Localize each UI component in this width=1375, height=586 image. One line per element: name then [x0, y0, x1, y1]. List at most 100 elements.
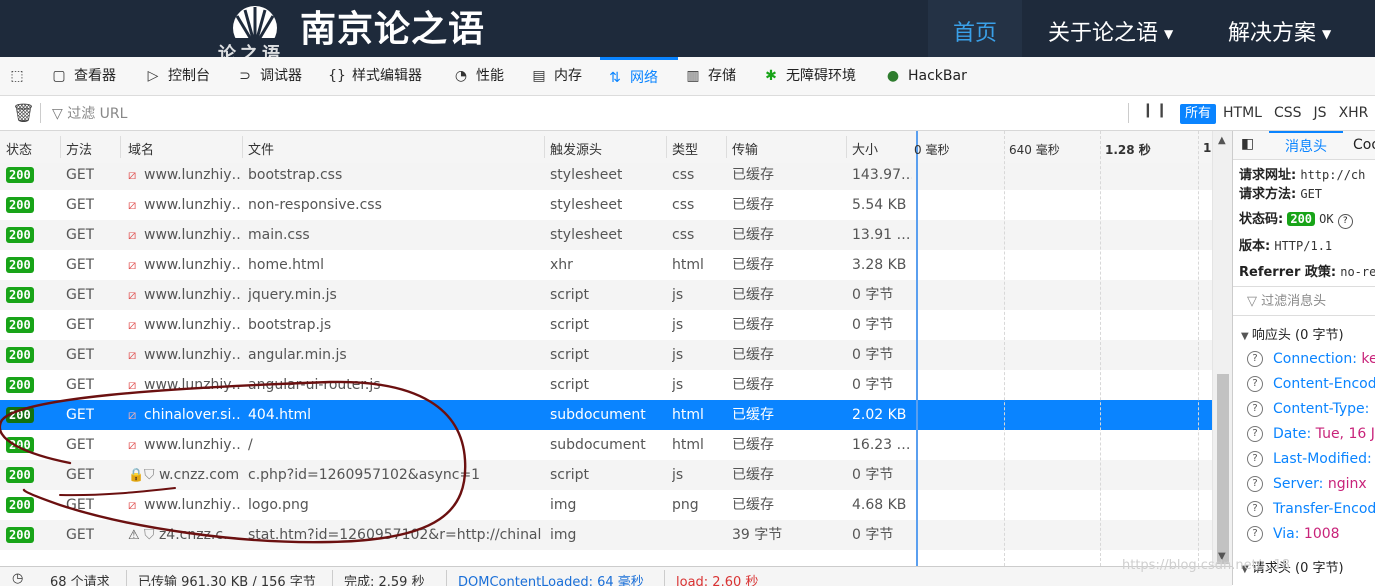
request-table: 状态 方法 域名 文件 触发源头 类型 传输 大小 200 GET ⧄ www.lun…	[0, 131, 1232, 566]
header-name: Last-Modified:	[1273, 451, 1372, 467]
response-header-item[interactable]: ? Server: nginx	[1247, 476, 1367, 492]
table-row[interactable]: 200 GET 🔒⛉ w.cnzz.com c.php?id=1260957102&a…	[0, 460, 1212, 490]
help-icon[interactable]: ?	[1247, 401, 1263, 417]
domain-text: www.lunzhiy…	[144, 257, 240, 273]
pause-button[interactable]: ❙❙	[1142, 102, 1169, 118]
help-icon[interactable]: ?	[1247, 376, 1263, 392]
tab-storage[interactable]: ▥ 存储	[684, 57, 736, 95]
nav-solutions[interactable]: 解决方案 ▼	[1228, 0, 1331, 57]
help-icon[interactable]: ?	[1247, 526, 1263, 542]
caret-down-icon: ▼	[1164, 27, 1174, 41]
col-domain[interactable]: 域名	[128, 139, 154, 158]
help-icon[interactable]: ?	[1247, 501, 1263, 517]
tab-inspector[interactable]: ▢ 查看器	[50, 57, 116, 95]
size-cell: 3.28 KB	[852, 257, 907, 273]
help-icon[interactable]: ?	[1337, 214, 1353, 229]
type-filter-html[interactable]: HTML	[1218, 103, 1267, 123]
response-header-item[interactable]: ? Connection: ke	[1247, 351, 1375, 367]
table-row[interactable]: 200 GET ⧄ www.lunzhiy… non-responsive.css sty…	[0, 190, 1212, 220]
tab-accessibility[interactable]: ✱ 无障碍环境	[762, 57, 856, 95]
header-name: Date:	[1273, 426, 1312, 442]
element-picker-button[interactable]: ⬚	[8, 57, 32, 95]
col-transferred[interactable]: 传输	[732, 139, 758, 158]
toggle-panel-icon[interactable]: ◧	[1241, 136, 1254, 152]
table-scrollbar[interactable]: ▲ ▼	[1212, 131, 1233, 566]
response-header-item[interactable]: ? Content-Encod	[1247, 376, 1375, 392]
col-method[interactable]: 方法	[66, 139, 92, 158]
help-icon[interactable]: ?	[1247, 351, 1263, 367]
size-cell: 0 字节	[852, 317, 894, 333]
table-row[interactable]: 200 GET ⧄ chinalover.si… 404.html subdocument…	[0, 400, 1212, 430]
table-row[interactable]: 200 GET ⧄ www.lunzhiy… logo.png img png 已缓存 4.68…	[0, 490, 1212, 520]
type-filter-xhr[interactable]: XHR	[1334, 103, 1374, 123]
nav-solutions-label: 解决方案	[1228, 21, 1317, 46]
tab-network[interactable]: ⇅ 网络	[600, 57, 678, 95]
tab-console[interactable]: ▷ 控制台	[144, 57, 210, 95]
response-header-item[interactable]: ? Last-Modified:	[1247, 451, 1372, 467]
status-cell: 200	[6, 520, 34, 550]
file-cell: angular-ui-router.js	[248, 377, 381, 393]
domain-cell: ⧄ www.lunzhiy…	[128, 280, 240, 310]
tab-debugger[interactable]: ⊃ 调试器	[236, 57, 302, 95]
nav-home[interactable]: 首页	[928, 0, 1022, 57]
col-size[interactable]: 大小	[852, 139, 878, 158]
type-filter-js[interactable]: JS	[1309, 103, 1332, 123]
help-icon[interactable]: ?	[1247, 426, 1263, 442]
col-file[interactable]: 文件	[248, 139, 274, 158]
response-headers-toggle[interactable]: ▼ 响应头 (0 字节)	[1241, 324, 1344, 343]
help-icon[interactable]: ?	[1247, 451, 1263, 467]
type-filter-all[interactable]: 所有	[1180, 104, 1217, 124]
transferred-total: 已传输 961.30 KB / 156 字节	[138, 575, 316, 586]
response-header-item[interactable]: ? Content-Type:	[1247, 401, 1369, 417]
response-header-item[interactable]: ? Transfer-Encod	[1247, 501, 1375, 517]
table-row[interactable]: 200 GET ⧄ www.lunzhiy… / subdocument html 已缓存 16…	[0, 430, 1212, 460]
waterfall-tick: 640 毫秒	[1009, 143, 1060, 157]
scrollbar-thumb[interactable]	[1217, 374, 1229, 564]
debugger-icon: ⊃	[239, 68, 251, 84]
tab-hackbar[interactable]: ● HackBar	[884, 57, 967, 95]
col-cause[interactable]: 触发源头	[550, 139, 602, 158]
table-row[interactable]: 200 GET ⧄ www.lunzhiy… bootstrap.js script js 已…	[0, 310, 1212, 340]
domain-cell: ⧄ www.lunzhiy…	[128, 430, 240, 460]
type-cell: js	[672, 317, 684, 333]
insecure-icon: ⧄	[128, 378, 137, 393]
table-row[interactable]: 200 GET ⧄ www.lunzhiy… angular-ui-router.js s…	[0, 370, 1212, 400]
table-row[interactable]: 200 GET ⚠ ⛉ z4.cnzz.c… stat.htm?id=126095710…	[0, 520, 1212, 550]
status-code: 状态码: 200 OK ?	[1239, 208, 1353, 229]
insecure-icon: ⧄	[128, 258, 137, 273]
table-row[interactable]: 200 GET ⧄ www.lunzhiy… angular.min.js script j…	[0, 340, 1212, 370]
response-header-item[interactable]: ? Via: 1008	[1247, 526, 1340, 542]
type-filter-css[interactable]: CSS	[1269, 103, 1307, 123]
site-brand-title[interactable]: 南京论之语	[300, 8, 485, 52]
col-type[interactable]: 类型	[672, 139, 698, 158]
filter-url-input[interactable]: ▽ 过滤 URL	[52, 103, 127, 123]
waterfall-gridline	[1004, 131, 1005, 566]
tab-style-editor[interactable]: {} 样式编辑器	[328, 57, 422, 95]
table-row[interactable]: 200 GET ⧄ www.lunzhiy… main.css stylesheet css…	[0, 220, 1212, 250]
insecure-icon: ⧄	[128, 288, 137, 303]
file-cell: home.html	[248, 257, 325, 273]
nav-about[interactable]: 关于论之语 ▼	[1048, 0, 1173, 57]
domain-text: www.lunzhiy…	[144, 167, 240, 183]
type-filters: 所有 HTML CSS JS XHR	[1180, 103, 1375, 124]
col-status[interactable]: 状态	[6, 139, 32, 158]
filter-headers-input[interactable]: ▽ 过滤消息头	[1233, 286, 1375, 316]
tab-cookies[interactable]: Coo	[1353, 131, 1375, 157]
clear-log-button[interactable]: 🗑	[12, 103, 35, 124]
insecure-icon: ⧄	[128, 228, 137, 243]
domain-cell: ⧄ www.lunzhiy…	[128, 310, 240, 340]
storage-icon: ▥	[686, 68, 700, 84]
tab-headers[interactable]: 消息头	[1269, 131, 1343, 159]
tab-memory[interactable]: ▤ 内存	[530, 57, 582, 95]
table-row[interactable]: 200 GET ⧄ www.lunzhiy… home.html xhr html 已缓存 3.…	[0, 250, 1212, 280]
tab-performance[interactable]: ◔ 性能	[452, 57, 504, 95]
status-badge: 200	[6, 197, 34, 213]
table-row[interactable]: 200 GET ⧄ www.lunzhiy… bootstrap.css styleshe…	[0, 163, 1212, 190]
throttle-icon[interactable]: ◷	[12, 571, 23, 586]
help-icon[interactable]: ?	[1247, 476, 1263, 492]
table-row[interactable]: 200 GET ⧄ www.lunzhiy… jquery.min.js script js…	[0, 280, 1212, 310]
tab-label: 样式编辑器	[352, 68, 422, 84]
scroll-up-icon[interactable]: ▲	[1218, 135, 1226, 146]
filter-headers-placeholder: 过滤消息头	[1261, 294, 1327, 309]
response-header-item[interactable]: ? Date: Tue, 16 J	[1247, 426, 1375, 442]
